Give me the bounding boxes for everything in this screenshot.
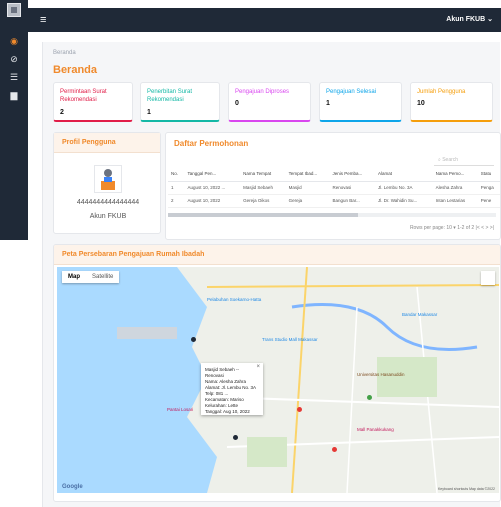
church-marker-icon[interactable] xyxy=(233,435,238,440)
stat-label: Permintaan Surat Rekomendasi xyxy=(60,89,107,103)
poi-marker-icon[interactable] xyxy=(367,395,372,400)
table-cell: Gereja Oikos xyxy=(240,194,286,208)
map-background xyxy=(57,267,499,493)
search-input[interactable]: ⌕ Search xyxy=(434,154,494,166)
tab-map[interactable]: Map xyxy=(62,271,86,283)
map-label: Pantai Losari xyxy=(167,407,194,412)
scrollbar-thumb[interactable] xyxy=(168,213,358,217)
stat-label: Penerbitan Surat Rekomendasi xyxy=(147,89,193,103)
account-label: Akun FKUB xyxy=(446,16,486,23)
table-cell: Pene xyxy=(477,194,500,208)
map-attribution[interactable]: Keyboard shortcuts Map data ©2022 xyxy=(438,487,495,491)
search-placeholder: Search xyxy=(442,157,459,163)
stat-value: 10 xyxy=(417,100,425,107)
column-header[interactable]: Alamat xyxy=(374,167,433,182)
requests-table: No. Tanggal Pen... Nama Tempat Tempat Ib… xyxy=(168,167,500,208)
table-cell: Intan Lestarias xyxy=(432,194,478,208)
table-cell: 2 xyxy=(168,194,185,208)
table-cell: August 10, 2022 xyxy=(184,194,241,208)
table-cell: Masjid xyxy=(285,181,330,195)
stat-value: 0 xyxy=(235,100,239,107)
google-logo: Google xyxy=(62,484,83,490)
stat-label: Pengajuan Diproses xyxy=(235,89,290,95)
map-info-popup: × Masjid Sebaeh -- Renovasi Nama: Alesha… xyxy=(201,363,263,415)
stat-card-permintaan[interactable]: Permintaan Surat Rekomendasi 2 xyxy=(53,82,133,122)
column-header[interactable]: Nama Tempat xyxy=(240,167,286,182)
stat-card-diproses[interactable]: Pengajuan Diproses 0 xyxy=(228,82,311,122)
table-cell: 1 xyxy=(168,181,185,195)
sidebar: ◉ ⊘ ☰ ▆ xyxy=(0,0,28,240)
table-row[interactable]: 2 August 10, 2022 Gereja Oikos Gereja Ba… xyxy=(168,194,500,208)
map-label: Universitas Hasanuddin xyxy=(357,372,405,377)
horizontal-scrollbar[interactable] xyxy=(168,213,496,217)
column-header[interactable]: Statu xyxy=(477,167,500,182)
list-icon[interactable]: ☰ xyxy=(6,70,22,84)
table-row[interactable]: 1 August 10, 2022 ... Masjid Sebaeh Masj… xyxy=(168,181,500,195)
table-cell: Penga xyxy=(477,181,500,195)
map-canvas[interactable]: Map Satellite Pelabuhan Soekarno-Hatta T… xyxy=(57,267,499,493)
stat-card-penerbitan[interactable]: Penerbitan Surat Rekomendasi 1 xyxy=(140,82,220,122)
column-header[interactable]: Nama Pemo... xyxy=(432,167,478,182)
profile-name: Akun FKUB xyxy=(89,213,127,220)
table-cell: Jl. Lembu No. 3A xyxy=(374,181,433,195)
chevron-down-icon: ⌄ xyxy=(487,16,493,23)
mosque-marker-icon[interactable] xyxy=(191,337,196,342)
map-type-tabs: Map Satellite xyxy=(62,271,120,283)
table-cell: Alesha Zahra xyxy=(432,181,478,195)
requests-title: Daftar Permohonan xyxy=(174,139,249,148)
table-cell: Gereja xyxy=(285,194,330,208)
map-label: Trans Studio Mall Makassar xyxy=(262,337,318,342)
table-cell: August 10, 2022 ... xyxy=(184,181,241,195)
column-header[interactable]: Jenis Pemba... xyxy=(329,167,375,182)
page-title: Beranda xyxy=(53,64,98,76)
pagination[interactable]: Rows per page: 10 ▾ 1-2 of 2 |< < > >| xyxy=(410,225,494,231)
app-logo[interactable] xyxy=(7,3,21,17)
map-label: Mall Panakkukang xyxy=(357,427,394,432)
stat-value: 2 xyxy=(60,109,64,116)
table-header-row: No. Tanggal Pen... Nama Tempat Tempat Ib… xyxy=(168,167,500,182)
topbar: ≡ Akun FKUB ⌄ xyxy=(28,8,501,32)
table-cell: Jl. Dr. Wahidin Su... xyxy=(374,194,433,208)
popup-title: Masjid Sebaeh -- Renovasi xyxy=(205,367,240,378)
stat-card-pengguna[interactable]: Jumlah Pengguna 10 xyxy=(410,82,493,122)
profile-title: Profil Pengguna xyxy=(54,133,160,153)
requests-panel: Daftar Permohonan ⌕ Search No. Tanggal P… xyxy=(165,132,501,240)
stat-card-selesai[interactable]: Pengajuan Selesai 1 xyxy=(319,82,402,122)
user-avatar-icon xyxy=(94,165,122,193)
poi-marker-icon[interactable] xyxy=(332,447,337,452)
breadcrumb: Beranda xyxy=(53,50,76,56)
popup-line: Tanggal: Aug 10, 2022 xyxy=(205,409,250,414)
column-header[interactable]: Tempat Ibad... xyxy=(285,167,330,182)
compass-icon[interactable]: ⊘ xyxy=(6,52,22,66)
stat-value: 1 xyxy=(147,109,151,116)
stat-value: 1 xyxy=(326,100,330,107)
profile-panel: Profil Pengguna 4444444444444444 Akun FK… xyxy=(53,132,161,234)
stat-label: Pengajuan Selesai xyxy=(326,89,377,95)
map-label: Pelabuhan Soekarno-Hatta xyxy=(207,297,262,302)
hamburger-icon[interactable]: ≡ xyxy=(40,13,46,27)
fullscreen-icon[interactable] xyxy=(481,271,495,285)
table-cell: Renovasi xyxy=(329,181,375,195)
map-label: Bandar Makassar xyxy=(402,312,438,317)
main-content: Beranda Beranda Permintaan Surat Rekomen… xyxy=(42,42,501,507)
document-icon[interactable]: ▆ xyxy=(6,88,22,102)
map-title: Peta Persebaran Pengajuan Rumah Ibadah xyxy=(54,245,500,265)
table-cell: Masjid Sebaeh xyxy=(240,181,286,195)
stat-label: Jumlah Pengguna xyxy=(417,89,466,95)
tab-satellite[interactable]: Satellite xyxy=(86,271,119,283)
column-header[interactable]: No. xyxy=(168,167,185,182)
account-menu[interactable]: Akun FKUB ⌄ xyxy=(446,14,493,26)
table-cell: Bangun Bar... xyxy=(329,194,375,208)
profile-id-number: 4444444444444444 xyxy=(76,199,140,206)
close-icon[interactable]: × xyxy=(256,364,260,370)
column-header[interactable]: Tanggal Pen... xyxy=(184,167,241,182)
dashboard-icon[interactable]: ◉ xyxy=(6,34,22,48)
poi-marker-icon[interactable] xyxy=(297,407,302,412)
map-panel: Peta Persebaran Pengajuan Rumah Ibadah M… xyxy=(53,244,501,502)
